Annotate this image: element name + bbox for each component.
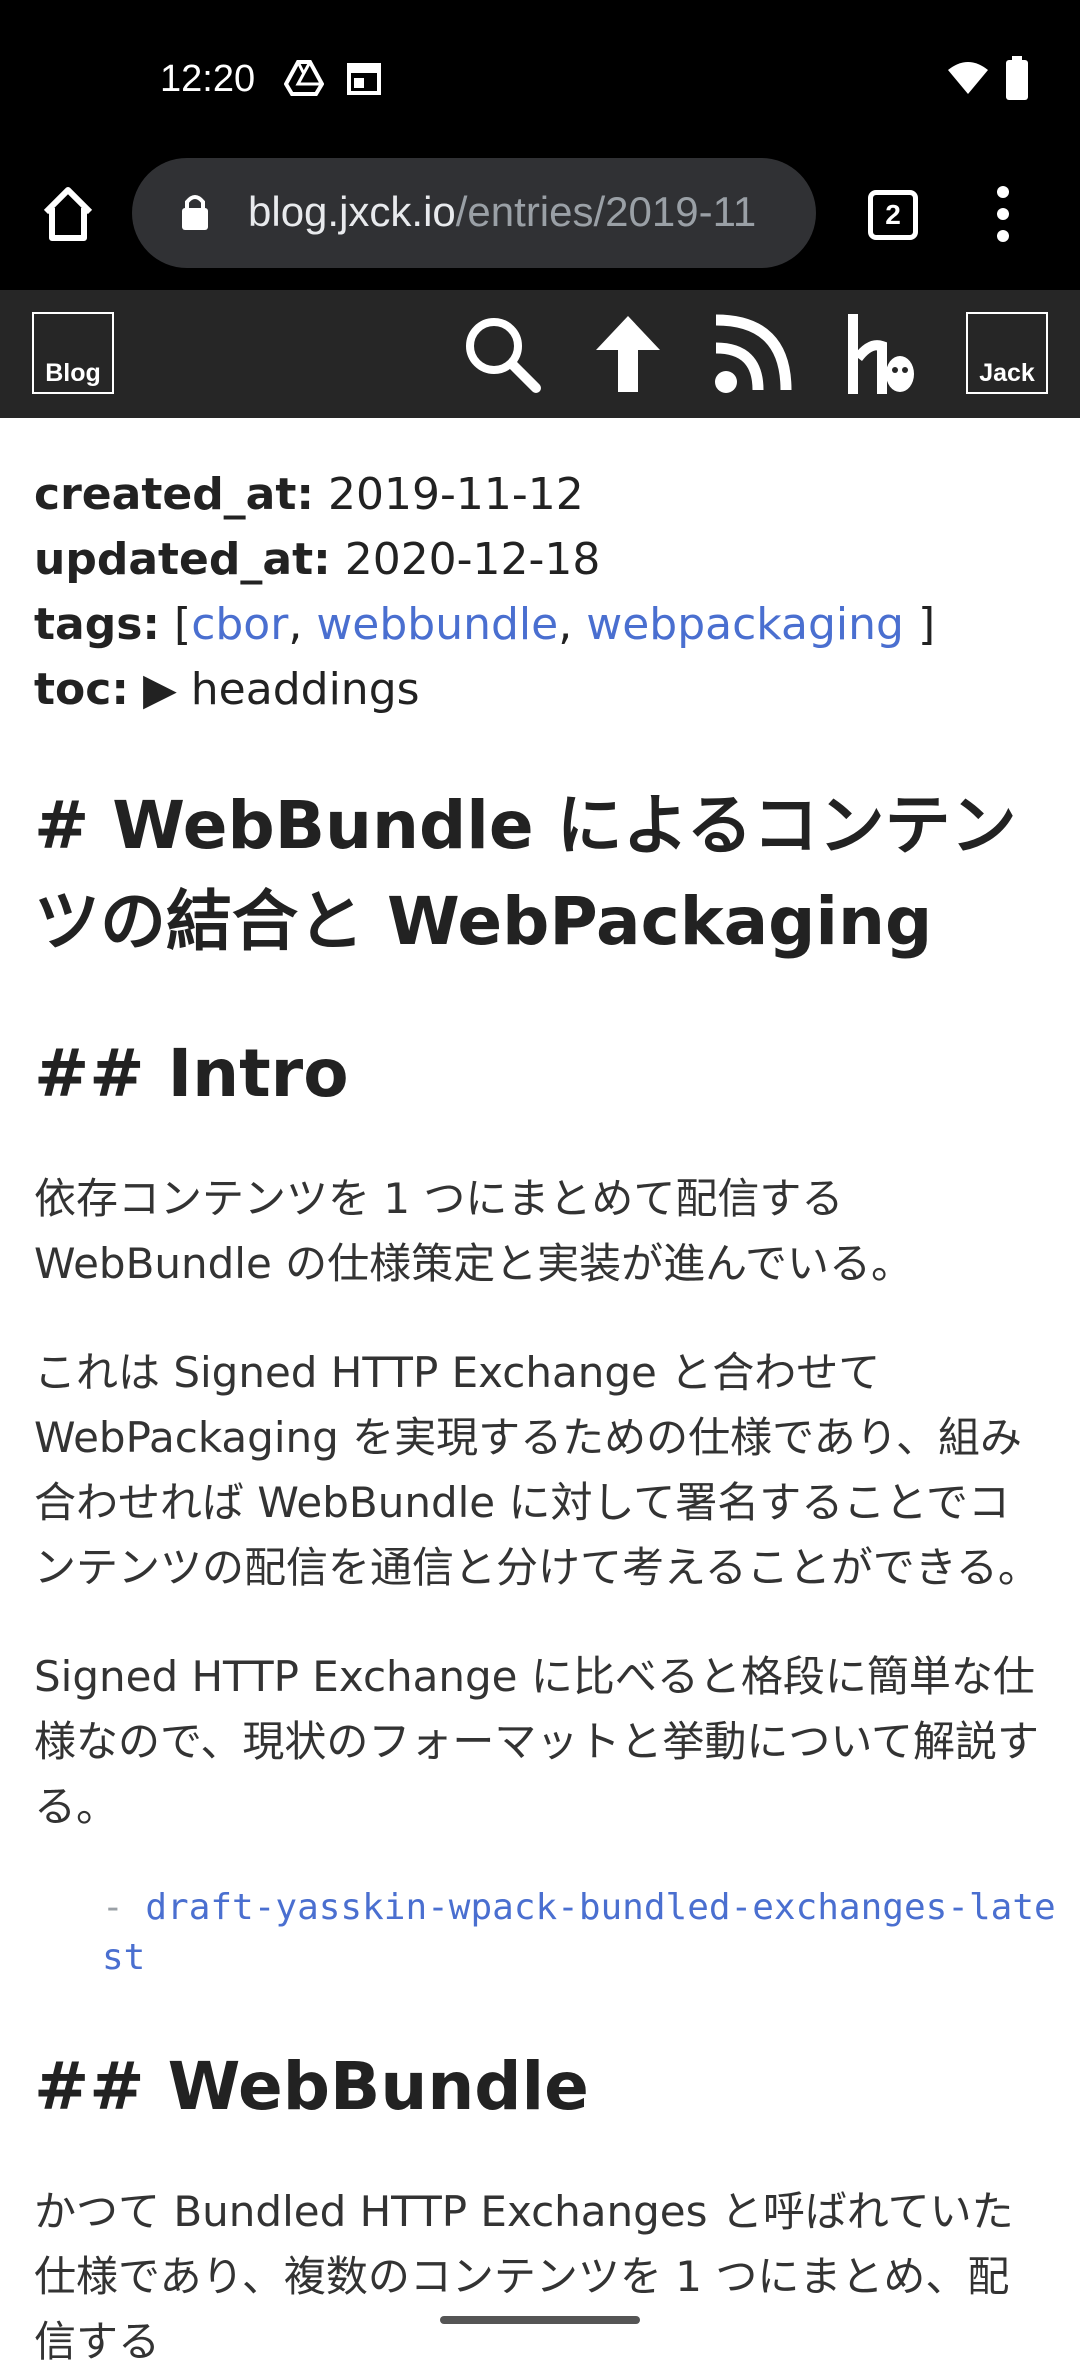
blog-logo-link[interactable]: Blog <box>32 312 114 394</box>
gesture-nav-handle[interactable] <box>440 2316 640 2324</box>
up-arrow-icon[interactable] <box>584 310 672 398</box>
toc-label: toc: <box>34 664 129 715</box>
updated-at-row: updated_at: 2020-12-18 <box>34 527 1046 592</box>
tag-separator: , <box>558 599 587 650</box>
tag-link-webbundle[interactable]: webbundle <box>316 599 558 650</box>
menu-dot <box>997 230 1009 242</box>
updated-at-label: updated_at: <box>34 534 331 585</box>
tag-link-cbor[interactable]: cbor <box>191 599 288 650</box>
drive-icon <box>283 60 325 100</box>
created-at-label: created_at: <box>34 469 315 520</box>
article-title: # WebBundle によるコンテンツの結合と WebPackaging <box>34 787 1017 960</box>
lock-icon <box>180 192 210 236</box>
toc-row: toc: ▶ headdings <box>34 657 1046 722</box>
blog-logo-text: Blog <box>45 359 101 387</box>
paragraph-3: Signed HTTP Exchange に比べると格段に簡単な仕様なので、現状… <box>34 1652 1040 1831</box>
spec-list-item: - draft-yasskin-wpack-bundled-exchanges-… <box>102 1883 1062 1983</box>
tag-link-webpackaging[interactable]: webpackaging <box>586 599 904 650</box>
status-time: 12:20 <box>160 58 256 100</box>
toc-summary: headdings <box>190 664 420 715</box>
tags-open-bracket: [ <box>174 599 192 650</box>
updated-at-value: 2020-12-18 <box>344 534 601 585</box>
battery-icon <box>1006 56 1028 104</box>
tags-close-bracket: ] <box>917 599 936 650</box>
calendar-icon <box>346 60 382 100</box>
paragraph-1: 依存コンテンツを 1 つにまとめて配信する WebBundle の仕様策定と実装… <box>34 1174 914 1288</box>
tab-switcher-button[interactable]: 2 <box>868 190 918 240</box>
search-icon[interactable] <box>458 310 546 398</box>
created-at-row: created_at: 2019-11-12 <box>34 462 1046 527</box>
url-host: blog.jxck.io <box>248 188 456 235</box>
address-bar[interactable]: blog.jxck.io/entries/2019-11 <box>132 158 816 268</box>
heading-webbundle: ## WebBundle <box>34 2048 589 2125</box>
browser-toolbar: blog.jxck.io/entries/2019-11 2 <box>0 150 1080 290</box>
jack-logo-link[interactable]: Jack <box>966 312 1048 394</box>
wifi-icon <box>946 60 990 100</box>
paragraph-4: かつて Bundled HTTP Exchanges と呼ばれていた仕様であり、… <box>34 2187 1014 2366</box>
url-text: blog.jxck.io/entries/2019-11 <box>248 188 756 236</box>
list-dash: - <box>102 1887 146 1928</box>
status-bar: 12:20 <box>0 0 1080 150</box>
more-menu-button[interactable] <box>988 186 1018 246</box>
toc-toggle[interactable]: ▶ headdings <box>143 664 420 715</box>
rss-icon[interactable] <box>708 310 796 398</box>
hatena-icon[interactable] <box>840 310 928 398</box>
home-button[interactable] <box>36 182 100 246</box>
spec-link[interactable]: draft-yasskin-wpack-bundled-exchanges-la… <box>102 1887 1056 1978</box>
tag-separator: , <box>288 599 317 650</box>
disclosure-triangle-icon: ▶ <box>142 664 177 715</box>
url-path: /entries/2019-11 <box>455 188 757 235</box>
paragraph-2: これは Signed HTTP Exchange と合わせて WebPackag… <box>34 1348 1040 1592</box>
article: created_at: 2019-11-12 updated_at: 2020-… <box>34 418 1056 2374</box>
tags-label: tags: <box>34 599 161 650</box>
menu-dot <box>997 208 1009 220</box>
tags-row: tags: [cbor, webbundle, webpackaging ] <box>34 592 1046 657</box>
jack-logo-text: Jack <box>979 359 1035 387</box>
site-header: Blog Jack <box>0 290 1080 418</box>
menu-dot <box>997 186 1009 198</box>
home-icon <box>43 187 93 241</box>
heading-intro: ## Intro <box>34 1035 349 1112</box>
entry-meta: created_at: 2019-11-12 updated_at: 2020-… <box>34 462 1046 722</box>
created-at-value: 2019-11-12 <box>328 469 584 520</box>
